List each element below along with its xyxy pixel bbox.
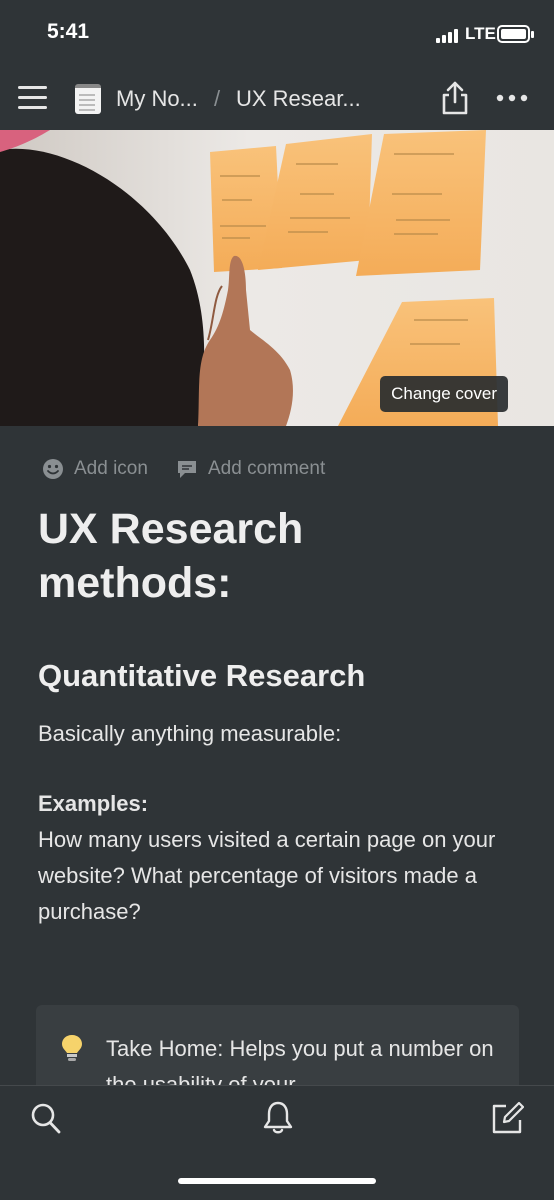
comment-icon [178, 461, 196, 478]
network-label: LTE [465, 24, 496, 43]
cover-image[interactable]: Change cover [0, 130, 554, 426]
add-icon-button[interactable]: Add icon [42, 458, 148, 480]
share-icon[interactable] [440, 80, 470, 116]
breadcrumb-parent[interactable]: My No... [116, 86, 198, 112]
add-comment-label: Add comment [208, 458, 326, 479]
search-icon[interactable] [30, 1102, 62, 1136]
lightbulb-icon [62, 1035, 82, 1061]
battery-icon [497, 25, 530, 43]
change-cover-button[interactable]: Change cover [380, 376, 508, 412]
paragraph-intro[interactable]: Basically anything measurable: [38, 716, 508, 752]
status-time: 5:41 [47, 20, 90, 43]
bell-icon[interactable] [262, 1100, 294, 1136]
signal-icon [436, 29, 458, 43]
home-indicator[interactable] [178, 1178, 376, 1184]
paragraph-examples[interactable]: How many users visited a certain page on… [38, 822, 508, 930]
add-icon-label: Add icon [74, 458, 148, 479]
compose-icon[interactable] [490, 1100, 524, 1136]
top-nav: My No... / UX Resear... [0, 68, 554, 130]
menu-icon[interactable] [18, 86, 47, 110]
breadcrumb-separator: / [214, 86, 221, 111]
more-icon[interactable] [496, 94, 528, 102]
page-title[interactable]: UX Research methods: [38, 502, 508, 610]
smiley-icon [43, 459, 63, 479]
section-heading[interactable]: Quantitative Research [38, 658, 365, 694]
breadcrumb-current[interactable]: UX Resear... [236, 86, 361, 112]
status-bar: 5:41 LTE [0, 0, 554, 68]
paragraph-examples-label[interactable]: Examples: [38, 786, 508, 822]
add-comment-button[interactable]: Add comment [176, 458, 325, 480]
notebook-icon[interactable] [75, 84, 101, 114]
battery-cap [531, 31, 534, 38]
